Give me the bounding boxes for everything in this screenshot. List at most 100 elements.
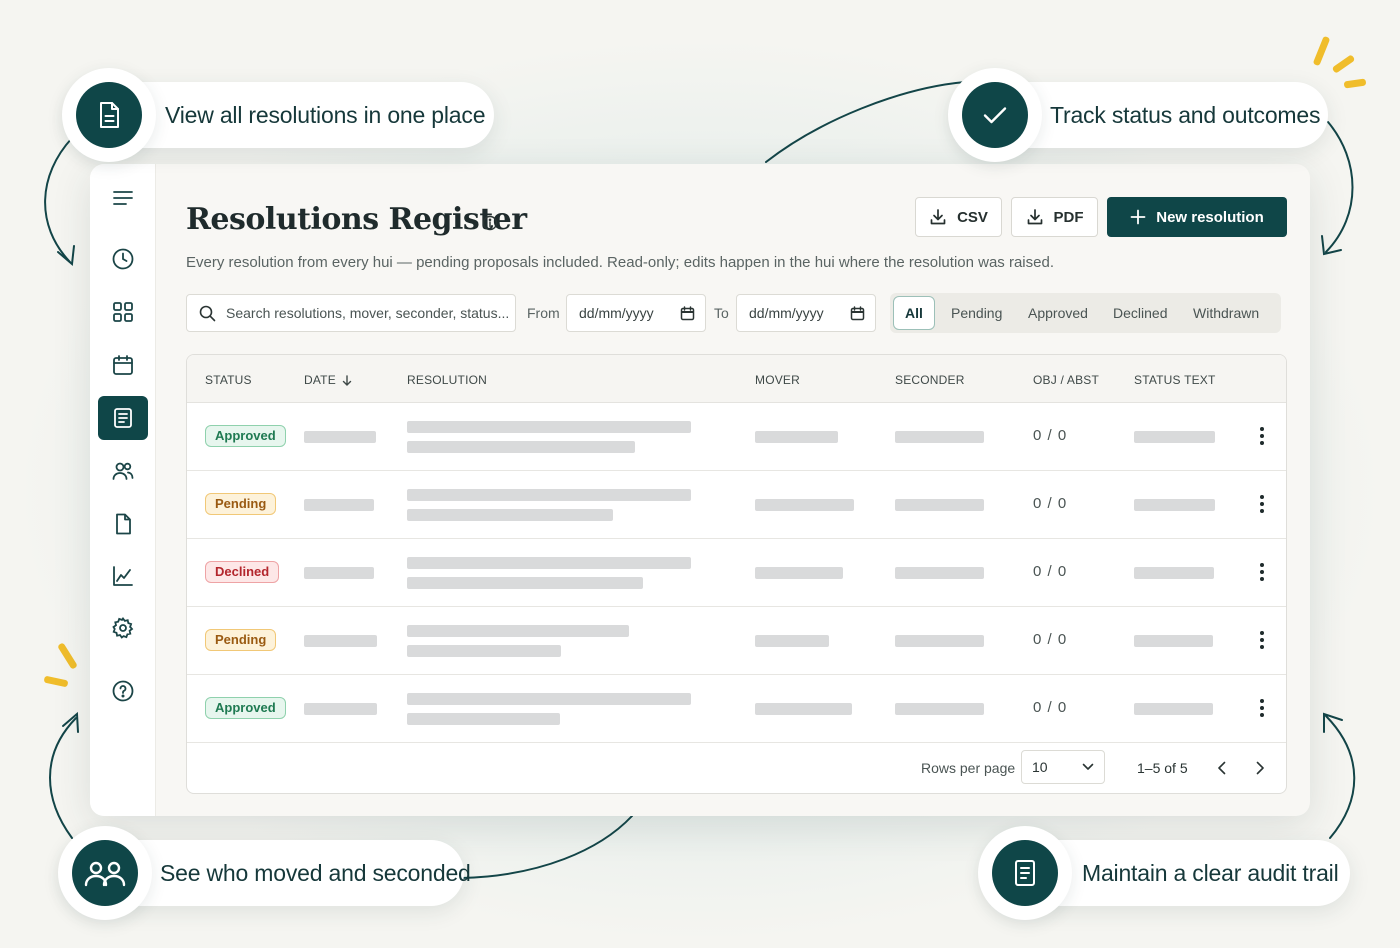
users-icon	[112, 462, 134, 480]
callout-badge	[62, 68, 156, 162]
row-menu-icon[interactable]	[1253, 561, 1271, 583]
column-seconder[interactable]: SECONDER	[895, 373, 965, 387]
resolutions-table: STATUS DATE RESOLUTION MOVER SECONDER OB…	[186, 354, 1287, 794]
register-icon	[114, 408, 132, 428]
document-icon	[116, 513, 131, 535]
column-resolution[interactable]: RESOLUTION	[407, 373, 487, 387]
row-menu-icon[interactable]	[1253, 493, 1271, 515]
new-resolution-button[interactable]: New resolution	[1107, 197, 1287, 237]
column-status-text[interactable]: STATUS TEXT	[1134, 373, 1216, 387]
sidebar-item-documents[interactable]	[98, 502, 148, 546]
status-badge-approved: Approved	[205, 697, 286, 719]
sidebar-item-calendar[interactable]	[98, 343, 148, 387]
sidebar-item-menu[interactable]	[98, 176, 148, 220]
csv-label: CSV	[957, 208, 988, 226]
document-list-icon	[1015, 860, 1035, 886]
callout-track-status: Track status and outcomes	[948, 68, 1328, 162]
table-row[interactable]: Pending 0 / 0	[187, 607, 1286, 675]
filter-pending[interactable]: Pending	[951, 293, 1002, 333]
info-icon[interactable]	[482, 215, 498, 231]
column-obj-abst[interactable]: OBJ / ABST	[1033, 373, 1099, 387]
table-row[interactable]: Declined 0 / 0	[187, 539, 1286, 607]
clock-icon	[112, 248, 134, 270]
sidebar-item-members[interactable]	[98, 449, 148, 493]
callout-badge	[58, 826, 152, 920]
status-badge-declined: Declined	[205, 561, 280, 583]
status-text-placeholder-bar	[1134, 499, 1215, 511]
chevron-right-icon[interactable]	[1255, 761, 1265, 775]
sidebar-item-history[interactable]	[98, 237, 148, 281]
calendar-icon[interactable]	[850, 305, 865, 321]
grid-icon	[113, 302, 133, 322]
obj-abst-value: 0 / 0	[1033, 427, 1068, 444]
resolution-placeholder-bar	[407, 509, 613, 521]
filter-all[interactable]: All	[893, 296, 935, 330]
spark-decoration	[1312, 35, 1331, 67]
sidebar-item-dashboard[interactable]	[98, 290, 148, 334]
resolution-placeholder-bar	[407, 713, 560, 725]
search-input[interactable]: Search resolutions, mover, seconder, sta…	[186, 294, 516, 332]
status-text-placeholder-bar	[1134, 431, 1215, 443]
obj-abst-value: 0 / 0	[1033, 699, 1068, 716]
calendar-icon[interactable]	[680, 305, 695, 321]
row-menu-icon[interactable]	[1253, 697, 1271, 719]
column-date-label: DATE	[304, 373, 336, 387]
spark-decoration	[1343, 78, 1367, 89]
filter-declined[interactable]: Declined	[1113, 293, 1167, 333]
status-filter-segmented: All Pending Approved Declined Withdrawn	[890, 293, 1281, 333]
rows-per-page-value: 10	[1032, 759, 1048, 775]
sidebar-item-settings[interactable]	[98, 606, 148, 650]
column-date[interactable]: DATE	[304, 373, 352, 387]
table-footer: Rows per page 10 1–5 of 5	[187, 742, 1286, 793]
settings-icon	[112, 616, 134, 639]
from-label: From	[527, 305, 560, 321]
table-row[interactable]: Approved 0 / 0	[187, 403, 1286, 471]
column-status[interactable]: STATUS	[205, 373, 252, 387]
resolution-placeholder-bar	[407, 489, 691, 501]
date-placeholder-bar	[304, 499, 374, 511]
row-menu-icon[interactable]	[1253, 425, 1271, 447]
new-resolution-label: New resolution	[1156, 208, 1264, 226]
status-text-placeholder-bar	[1134, 703, 1213, 715]
callout-moved-seconded: See who moved and seconded	[58, 826, 471, 920]
users-icon	[84, 861, 126, 887]
seconder-placeholder-bar	[895, 703, 984, 715]
mover-placeholder-bar	[755, 567, 843, 579]
mover-placeholder-bar	[755, 635, 829, 647]
callout-text: See who moved and seconded	[160, 859, 471, 886]
download-icon	[1027, 209, 1042, 225]
callout-text: Track status and outcomes	[1050, 101, 1321, 128]
date-placeholder-bar	[304, 703, 377, 715]
resolution-placeholder-bar	[407, 577, 643, 589]
sidebar-item-register[interactable]	[98, 396, 148, 440]
table-row[interactable]: Approved 0 / 0	[187, 675, 1286, 743]
status-badge-pending: Pending	[205, 629, 277, 651]
table-row[interactable]: Pending 0 / 0	[187, 471, 1286, 539]
callout-badge	[978, 826, 1072, 920]
seconder-placeholder-bar	[895, 499, 984, 511]
sort-down-icon	[342, 374, 352, 386]
chevron-left-icon[interactable]	[1217, 761, 1227, 775]
mover-placeholder-bar	[755, 703, 852, 715]
filter-approved[interactable]: Approved	[1028, 293, 1088, 333]
column-mover[interactable]: MOVER	[755, 373, 800, 387]
sidebar-item-help[interactable]	[98, 669, 148, 713]
filter-withdrawn[interactable]: Withdrawn	[1193, 293, 1259, 333]
rows-per-page-select[interactable]: 10	[1021, 750, 1105, 784]
rows-per-page-label: Rows per page	[921, 760, 1016, 776]
from-date-field[interactable]: dd/mm/yyyy	[566, 294, 706, 332]
callout-badge	[948, 68, 1042, 162]
pdf-label: PDF	[1053, 208, 1084, 226]
date-placeholder-bar	[304, 431, 376, 443]
sidebar-item-reports[interactable]	[98, 554, 148, 598]
to-label: To	[714, 305, 729, 321]
to-date-placeholder: dd/mm/yyyy	[749, 305, 824, 321]
export-pdf-button[interactable]: PDF	[1011, 197, 1098, 237]
status-badge-pending: Pending	[205, 493, 277, 515]
export-csv-button[interactable]: CSV	[915, 197, 1002, 237]
chart-icon	[113, 566, 133, 586]
table-header: STATUS DATE RESOLUTION MOVER SECONDER OB…	[187, 355, 1286, 403]
row-menu-icon[interactable]	[1253, 629, 1271, 651]
calendar-icon	[113, 355, 133, 375]
to-date-field[interactable]: dd/mm/yyyy	[736, 294, 876, 332]
